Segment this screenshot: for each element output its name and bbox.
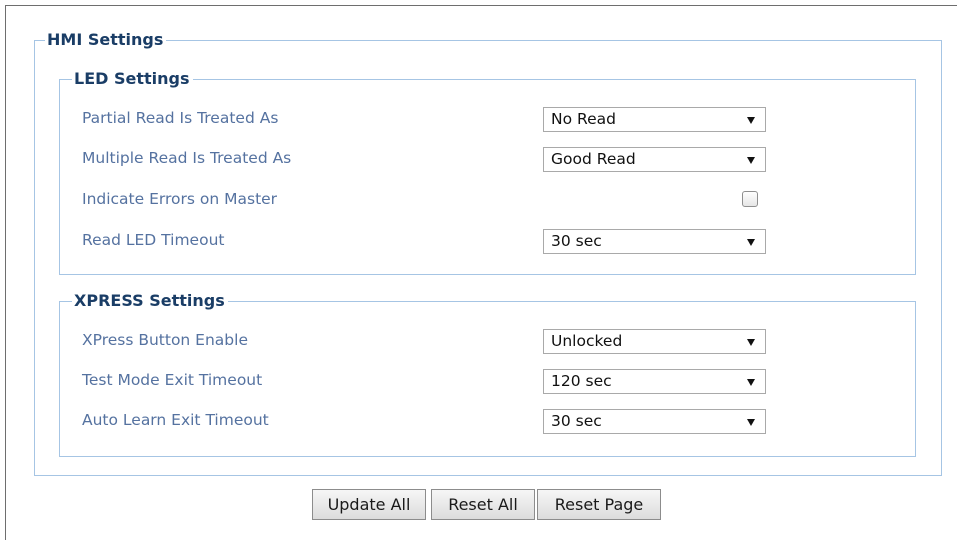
dropdown-arrow-icon [747,339,755,346]
test-mode-exit-select[interactable]: 120 sec [543,369,766,394]
xpress-settings-fieldset: XPRESS Settings XPress Button Enable Unl… [59,291,916,457]
test-mode-exit-label: Test Mode Exit Timeout [82,371,263,389]
xpress-button-enable-select[interactable]: Unlocked [543,329,766,354]
xpress-settings-legend: XPRESS Settings [72,291,228,311]
multiple-read-value: Good Read [551,150,636,168]
test-mode-exit-value: 120 sec [551,372,612,390]
indicate-errors-checkbox[interactable] [742,191,758,207]
auto-learn-exit-value: 30 sec [551,412,602,430]
indicate-errors-label: Indicate Errors on Master [82,190,278,208]
hmi-settings-fieldset: HMI Settings LED Settings Partial Read I… [34,30,942,476]
reset-page-button[interactable]: Reset Page [537,489,661,520]
dropdown-arrow-icon [747,419,755,426]
dropdown-arrow-icon [747,379,755,386]
dropdown-arrow-icon [747,239,755,246]
xpress-button-enable-label: XPress Button Enable [82,331,248,349]
read-led-timeout-value: 30 sec [551,232,602,250]
auto-learn-exit-select[interactable]: 30 sec [543,409,766,434]
reset-all-button[interactable]: Reset All [431,489,535,520]
xpress-button-enable-value: Unlocked [551,332,623,350]
partial-read-select[interactable]: No Read [543,107,766,132]
hmi-settings-legend: HMI Settings [45,30,167,50]
read-led-timeout-select[interactable]: 30 sec [543,229,766,254]
partial-read-label: Partial Read Is Treated As [82,109,279,127]
multiple-read-label: Multiple Read Is Treated As [82,149,292,167]
dropdown-arrow-icon [747,157,755,164]
dropdown-arrow-icon [747,117,755,124]
partial-read-value: No Read [551,110,616,128]
update-all-button[interactable]: Update All [312,489,426,520]
auto-learn-exit-label: Auto Learn Exit Timeout [82,411,269,429]
led-settings-fieldset: LED Settings Partial Read Is Treated As … [59,69,916,275]
multiple-read-select[interactable]: Good Read [543,147,766,172]
led-settings-legend: LED Settings [72,69,193,89]
read-led-timeout-label: Read LED Timeout [82,231,225,249]
